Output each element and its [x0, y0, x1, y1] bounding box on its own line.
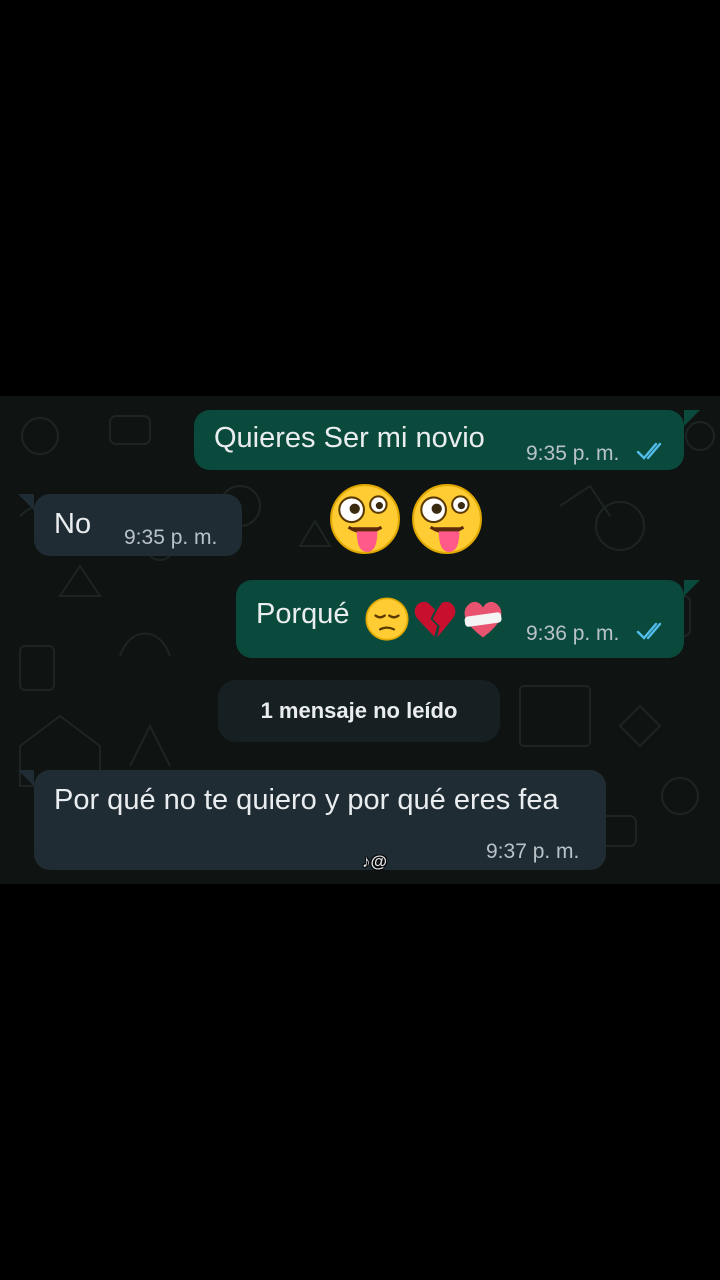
message-text: Quieres Ser mi novio	[214, 422, 485, 454]
broken-heart-icon	[414, 601, 456, 638]
incoming-message[interactable]: No 9:35 p. m.	[34, 494, 242, 556]
read-ticks-icon	[636, 442, 662, 460]
message-text: No	[54, 508, 92, 540]
emoji-message[interactable]	[328, 482, 488, 558]
message-time: 9:35 p. m.	[124, 526, 218, 549]
bubble-tail	[684, 410, 700, 426]
watermark-text: @	[370, 852, 388, 871]
pensive-face-icon	[365, 597, 409, 641]
read-ticks-icon	[636, 622, 662, 640]
unread-messages-divider: 1 mensaje no leído	[218, 680, 500, 742]
zany-face-icon	[412, 484, 482, 554]
zany-face-icon	[330, 484, 400, 554]
video-watermark: ♪@	[362, 852, 387, 872]
message-time: 9:37 p. m.	[486, 840, 580, 863]
bubble-tail	[18, 770, 34, 786]
outgoing-message[interactable]: Porqué 9:36 p. m.	[236, 580, 684, 658]
chat-area[interactable]: Quieres Ser mi novio 9:35 p. m. No 9:35 …	[0, 396, 720, 884]
message-time: 9:35 p. m.	[526, 442, 620, 465]
tiktok-logo-icon: ♪	[362, 852, 371, 871]
message-text: Porqué	[256, 598, 350, 630]
message-time: 9:36 p. m.	[526, 622, 620, 645]
outgoing-message[interactable]: Quieres Ser mi novio 9:35 p. m.	[194, 410, 684, 470]
message-text: Por qué no te quiero y por qué eres fea	[54, 784, 559, 816]
incoming-message[interactable]: Por qué no te quiero y por qué eres fea …	[34, 770, 606, 870]
bubble-tail	[684, 580, 700, 596]
bubble-tail	[18, 494, 34, 510]
mending-heart-icon	[464, 601, 502, 638]
